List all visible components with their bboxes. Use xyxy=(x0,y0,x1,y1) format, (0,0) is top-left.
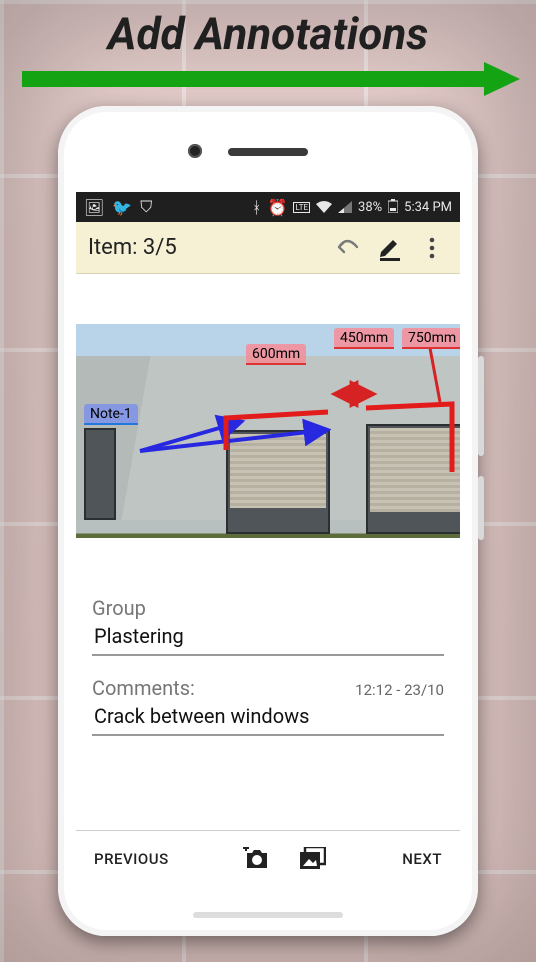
next-button[interactable]: NEXT xyxy=(402,850,442,868)
wifi-icon xyxy=(316,198,332,217)
photo-canvas[interactable]: Note-1 600mm 450mm 750mm xyxy=(76,274,460,562)
previous-button[interactable]: PREVIOUS xyxy=(94,850,169,868)
annotation-measure-450[interactable]: 450mm xyxy=(334,328,394,348)
phone-home-bar xyxy=(193,912,343,918)
screen: 🖼 🐦 ⛉ ᚼ ⏰ LTE 38% 5:34 PM xyxy=(76,192,460,886)
clock-text: 5:34 PM xyxy=(404,200,452,215)
timestamp: 12:12 - 23/10 xyxy=(355,681,444,699)
battery-text: 38% xyxy=(358,200,382,215)
group-input[interactable]: Plastering xyxy=(92,620,444,656)
undo-button[interactable] xyxy=(332,232,364,264)
bottom-nav: PREVIOUS NEXT xyxy=(76,830,460,886)
annotation-measure-600[interactable]: 600mm xyxy=(246,344,306,364)
status-bar: 🖼 🐦 ⛉ ᚼ ⏰ LTE 38% 5:34 PM xyxy=(76,192,460,222)
comments-input[interactable]: Crack between windows xyxy=(92,700,444,736)
picture-icon: 🖼 xyxy=(84,198,104,217)
phone-side-button xyxy=(478,476,484,540)
comments-label: Comments: xyxy=(92,676,195,700)
phone-speaker xyxy=(228,148,308,156)
twitter-icon: 🐦 xyxy=(112,198,132,217)
form: Group Plastering Comments: 12:12 - 23/10… xyxy=(76,562,460,736)
phone-camera xyxy=(188,144,202,158)
camera-button[interactable] xyxy=(243,845,271,873)
battery-icon xyxy=(388,198,398,217)
alarm-icon: ⏰ xyxy=(268,198,288,217)
bluetooth-icon: ᚼ xyxy=(252,198,262,217)
item-counter: Item: 3/5 xyxy=(88,235,322,260)
banner-title: Add Annotations xyxy=(0,8,536,60)
shield-icon: ⛉ xyxy=(140,197,152,217)
group-label: Group xyxy=(92,596,146,620)
signal-icon xyxy=(338,198,352,217)
annotation-note-label[interactable]: Note-1 xyxy=(84,404,138,424)
banner-arrow-icon xyxy=(22,62,520,96)
gallery-button[interactable] xyxy=(299,845,327,873)
overflow-menu-button[interactable] xyxy=(416,232,448,264)
lte-icon: LTE xyxy=(293,202,310,213)
phone-side-button xyxy=(478,356,484,456)
annotation-measure-750[interactable]: 750mm xyxy=(402,328,460,348)
phone-frame: 🖼 🐦 ⛉ ᚼ ⏰ LTE 38% 5:34 PM xyxy=(58,106,478,936)
app-bar: Item: 3/5 xyxy=(76,222,460,274)
edit-button[interactable] xyxy=(374,232,406,264)
